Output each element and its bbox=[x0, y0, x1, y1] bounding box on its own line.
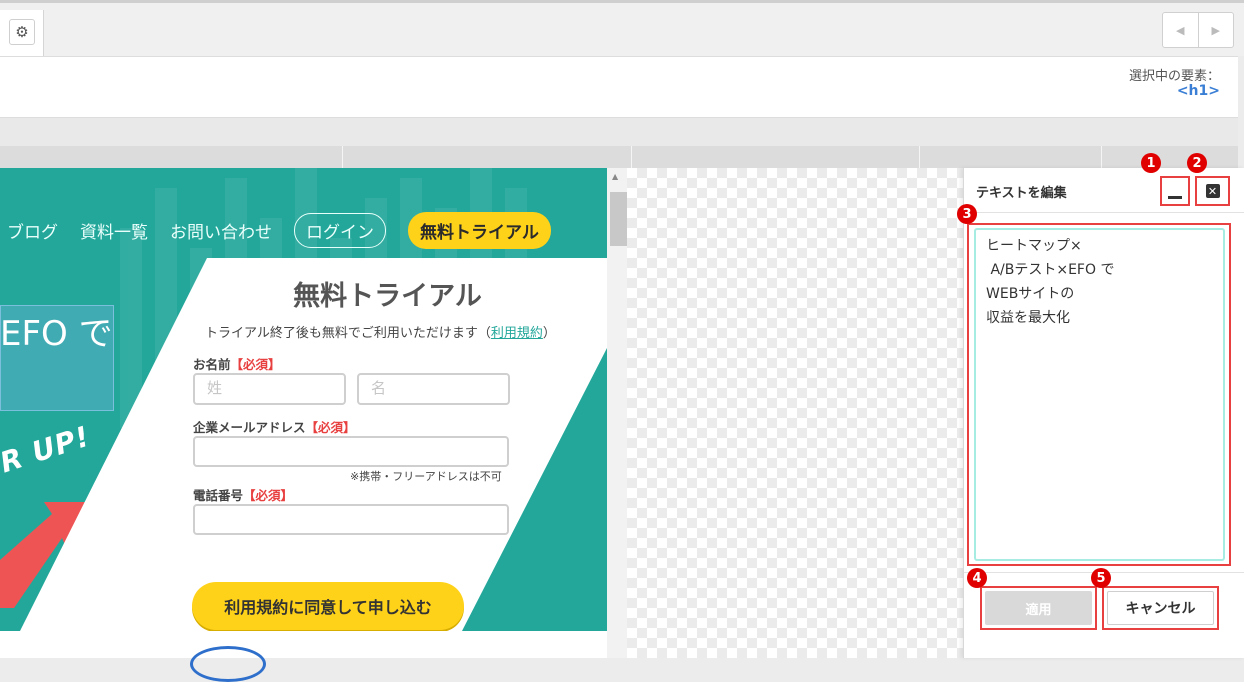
terms-link[interactable]: 利用規約 bbox=[491, 326, 543, 341]
chevron-right-icon: ▶ bbox=[1211, 23, 1220, 37]
panel-title: テキストを編集 bbox=[976, 186, 1067, 201]
edit-text-area[interactable]: ヒートマップ× A/Bテスト×EFO で WEBサイトの 収益を最大化 bbox=[974, 228, 1225, 561]
email-note: ※携帯・フリーアドレスは不可 bbox=[350, 470, 502, 483]
annotation-badge-5: 5 bbox=[1091, 568, 1111, 588]
annotation-badge-3: 3 bbox=[957, 204, 977, 224]
selected-element-value: <h1> bbox=[1176, 83, 1220, 99]
transparent-canvas bbox=[627, 168, 965, 658]
prev-button[interactable]: ◀ bbox=[1163, 13, 1198, 47]
minimize-icon bbox=[1168, 196, 1182, 199]
email-input[interactable] bbox=[193, 436, 509, 467]
name-label: お名前【必須】 bbox=[193, 357, 281, 372]
seal-decoration bbox=[190, 646, 266, 682]
grey-toolbar bbox=[0, 118, 1238, 146]
scrollbar-thumb[interactable] bbox=[610, 192, 627, 246]
apply-button[interactable]: 適用 bbox=[985, 591, 1092, 625]
settings-button[interactable]: ⚙ bbox=[9, 19, 35, 45]
selected-element-label: 選択中の要素： bbox=[1128, 69, 1220, 84]
close-icon: ✕ bbox=[1205, 184, 1220, 198]
column-guide-bar bbox=[0, 146, 1238, 168]
panel-divider bbox=[964, 212, 1244, 213]
gear-icon: ⚙ bbox=[15, 23, 29, 41]
phone-label: 電話番号【必須】 bbox=[193, 488, 294, 503]
first-name-input[interactable]: 名 bbox=[357, 373, 510, 405]
minimize-button[interactable] bbox=[1160, 176, 1190, 206]
form-subtitle: トライアル終了後も無料でご利用いただけます（利用規約） bbox=[205, 326, 556, 341]
close-button[interactable]: ✕ bbox=[1195, 176, 1230, 206]
submit-button[interactable]: 利用規約に同意して申し込む bbox=[192, 582, 464, 630]
page-preview[interactable]: ブログ 資料一覧 お問い合わせ ログイン 無料トライアル EFO で R UP!… bbox=[0, 168, 607, 631]
scroll-up-icon[interactable]: ▲ bbox=[612, 172, 618, 181]
chevron-left-icon: ◀ bbox=[1176, 23, 1185, 37]
form-title: 無料トライアル bbox=[293, 281, 482, 312]
page-nav-group: ◀ ▶ bbox=[1162, 12, 1234, 48]
annotation-badge-1: 1 bbox=[1141, 153, 1161, 173]
last-name-input[interactable]: 姓 bbox=[193, 373, 346, 405]
next-button[interactable]: ▶ bbox=[1197, 13, 1234, 47]
email-label: 企業メールアドレス【必須】 bbox=[193, 420, 356, 435]
annotation-badge-2: 2 bbox=[1187, 153, 1207, 173]
phone-input[interactable] bbox=[193, 504, 509, 535]
cancel-button[interactable]: キャンセル bbox=[1107, 591, 1214, 625]
top-toolbar bbox=[0, 0, 1244, 56]
annotation-badge-4: 4 bbox=[967, 568, 987, 588]
selection-info-bar: 選択中の要素： <h1> bbox=[0, 56, 1238, 118]
preview-below-area bbox=[0, 631, 607, 658]
